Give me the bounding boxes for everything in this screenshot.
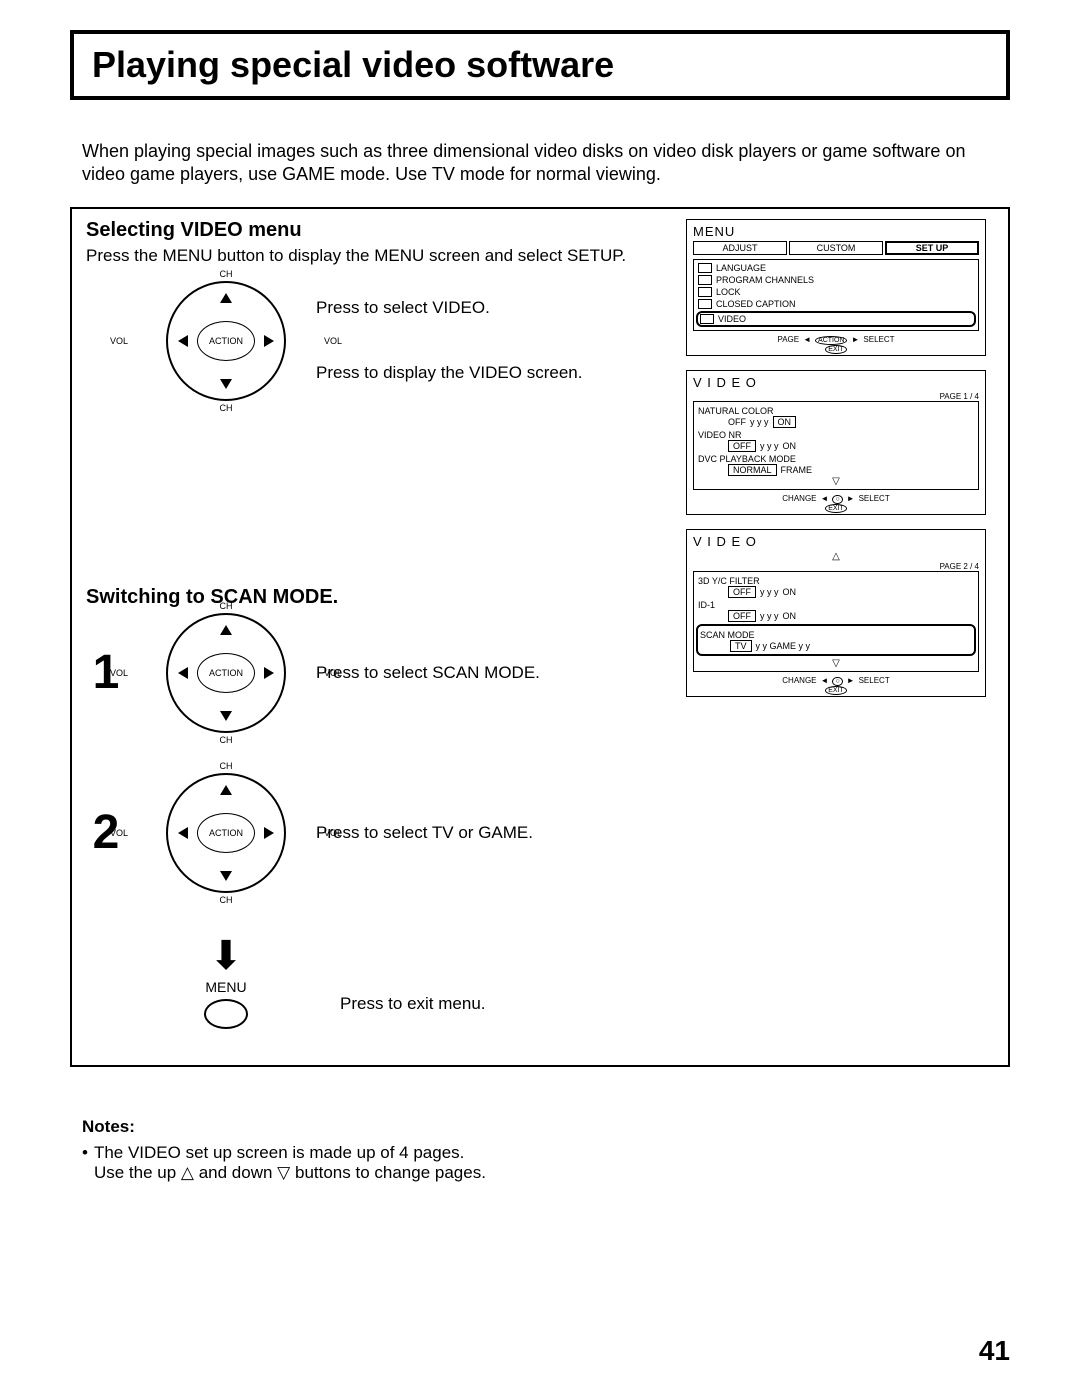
osd-item-scan-mode-highlighted: SCAN MODE TVy y GAME y y [696,624,976,656]
navigation-dial-diagram: CH ACTION CH VOL VOL [136,613,316,733]
left-arrow-icon [178,827,188,839]
step1-row: 1 CH ACTION CH VOL VOL Press to select S… [86,613,666,733]
osd-item: LOCK [698,286,974,298]
section1-caption2: Press to display the VIDEO screen. [316,363,582,383]
language-icon [698,263,712,273]
menu-button-icon [204,999,248,1029]
exit-menu-caption: Press to exit menu. [340,994,486,1014]
channels-icon [698,275,712,285]
osd-item: DVC PLAYBACK MODE NORMALFRAME [698,454,974,476]
osd-item: LANGUAGE [698,262,974,274]
exit-menu-row: MENU Press to exit menu. [86,979,666,1029]
up-arrow-icon [220,293,232,303]
step2-caption: Press to select TV or GAME. [316,823,533,843]
action-button-label: ACTION [197,321,255,361]
page-down-indicator-icon: ▽ [698,658,974,669]
osd-tab-setup: SET UP [885,241,979,255]
step2-row: 2 CH ACTION CH VOL VOL Press to select T… [86,773,666,893]
osd-item-video-highlighted: VIDEO [696,311,976,327]
page-up-indicator-icon: △ [693,551,979,562]
left-arrow-icon [178,667,188,679]
osd-item: 3D Y/C FILTER OFFy y yON [698,576,974,598]
osd-video-page1: V I D E O PAGE 1 / 4 NATURAL COLOR OFFy … [686,370,986,515]
page-down-indicator-icon: ▽ [698,476,974,487]
triangle-down-icon: ▽ [277,1163,290,1182]
up-arrow-icon [220,785,232,795]
notes-heading: Notes: [82,1117,998,1137]
cc-icon [698,299,712,309]
right-arrow-icon [264,827,274,839]
lock-icon [698,287,712,297]
navigation-dial-diagram: CH ACTION CH VOL VOL [136,281,316,401]
video-icon [700,314,714,324]
menu-button-label: MENU [205,979,246,995]
section1-dial-row: CH ACTION CH VOL VOL Press to select VID… [86,276,666,406]
osd-tab-custom: CUSTOM [789,241,883,255]
step1-caption: Press to select SCAN MODE. [316,663,540,683]
down-arrow-icon [220,871,232,881]
section2-heading: Switching to SCAN MODE. [86,586,666,609]
osd-item: NATURAL COLOR OFFy y yON [698,406,974,428]
osd-item: ID-1 OFFy y yON [698,600,974,622]
down-arrow-icon [220,379,232,389]
intro-paragraph: When playing special images such as thre… [70,140,1010,187]
left-arrow-icon [178,335,188,347]
right-arrow-icon [264,667,274,679]
up-arrow-icon [220,625,232,635]
page-number: 41 [979,1335,1010,1367]
main-instructions-frame: Selecting VIDEO menu Press the MENU butt… [70,207,1010,1067]
osd-tab-adjust: ADJUST [693,241,787,255]
osd-item: VIDEO NR OFFy y yON [698,430,974,452]
page-title-box: Playing special video software [70,30,1010,100]
right-arrow-icon [264,335,274,347]
osd-item: PROGRAM CHANNELS [698,274,974,286]
osd-item: CLOSED CAPTION [698,298,974,310]
osd-menu-screen: MENU ADJUST CUSTOM SET UP LANGUAGE PROGR… [686,219,986,356]
triangle-up-icon: △ [181,1163,194,1182]
left-instructions-column: Selecting VIDEO menu Press the MENU butt… [86,219,666,1029]
page-title: Playing special video software [92,44,988,86]
navigation-dial-diagram: CH ACTION CH VOL VOL [136,773,316,893]
section1-heading: Selecting VIDEO menu [86,219,666,242]
osd-screenshots-column: MENU ADJUST CUSTOM SET UP LANGUAGE PROGR… [686,219,986,1029]
notes-section: Notes: • The VIDEO set up screen is made… [70,1117,1010,1183]
section1-caption1: Press to select VIDEO. [316,298,582,318]
down-arrow-icon: ⬇ [136,933,316,979]
osd-video-page2: V I D E O △ PAGE 2 / 4 3D Y/C FILTER OFF… [686,529,986,697]
section1-text: Press the MENU button to display the MEN… [86,246,666,266]
down-arrow-icon [220,711,232,721]
